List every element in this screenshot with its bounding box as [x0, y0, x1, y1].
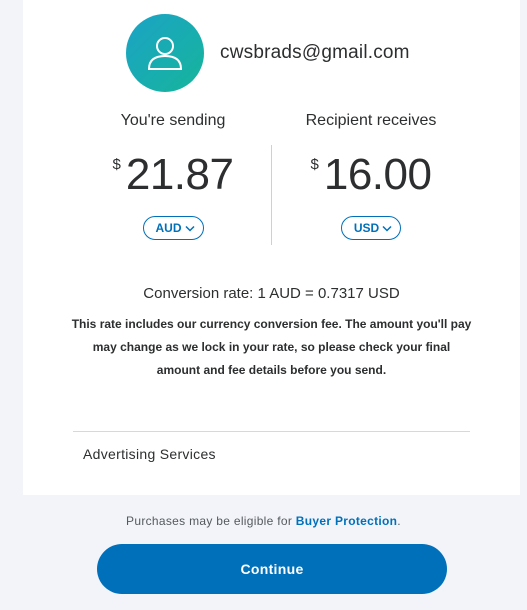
receiving-currency-symbol: $ — [310, 156, 319, 173]
recipient-email: cwsbrads@gmail.com — [220, 42, 410, 63]
sending-currency-dropdown[interactable]: AUD — [142, 216, 204, 240]
chevron-down-icon — [382, 225, 392, 232]
advertising-services-option[interactable]: Advertising Services — [83, 446, 216, 462]
sending-amount-value[interactable]: 21.87 — [126, 150, 234, 200]
user-icon — [143, 31, 187, 75]
buyer-protection-notice: Purchases may be eligible for Buyer Prot… — [0, 514, 527, 528]
section-divider — [73, 431, 470, 432]
receiving-currency-code: USD — [353, 221, 380, 235]
sending-label: You're sending — [120, 112, 226, 129]
send-money-card: cwsbrads@gmail.com You're sending $ 21.8… — [23, 0, 520, 495]
sending-amount: $ 21.87 — [73, 150, 273, 200]
chevron-down-icon — [184, 225, 195, 232]
sending-column: You're sending $ 21.87 AUD — [73, 110, 273, 240]
recipient-info: cwsbrads@gmail.com — [126, 14, 410, 92]
avatar — [126, 14, 204, 92]
protection-text: Purchases may be eligible for — [126, 514, 296, 528]
receiving-amount: $ 16.00 — [271, 150, 471, 200]
protection-suffix: . — [397, 514, 401, 528]
receiving-label: Recipient receives — [305, 112, 437, 129]
buyer-protection-link[interactable]: Buyer Protection — [296, 514, 398, 528]
continue-button[interactable]: Continue — [97, 544, 447, 594]
conversion-note: This rate includes our currency conversi… — [71, 317, 472, 377]
sending-currency-symbol: $ — [112, 156, 121, 173]
sending-currency-code: AUD — [155, 221, 182, 235]
receiving-currency-dropdown[interactable]: USD — [340, 216, 402, 240]
receiving-amount-value[interactable]: 16.00 — [324, 150, 432, 200]
conversion-rate: Conversion rate: 1 AUD = 0.7317 USD — [143, 285, 400, 302]
receiving-column: Recipient receives $ 16.00 USD — [271, 110, 471, 240]
